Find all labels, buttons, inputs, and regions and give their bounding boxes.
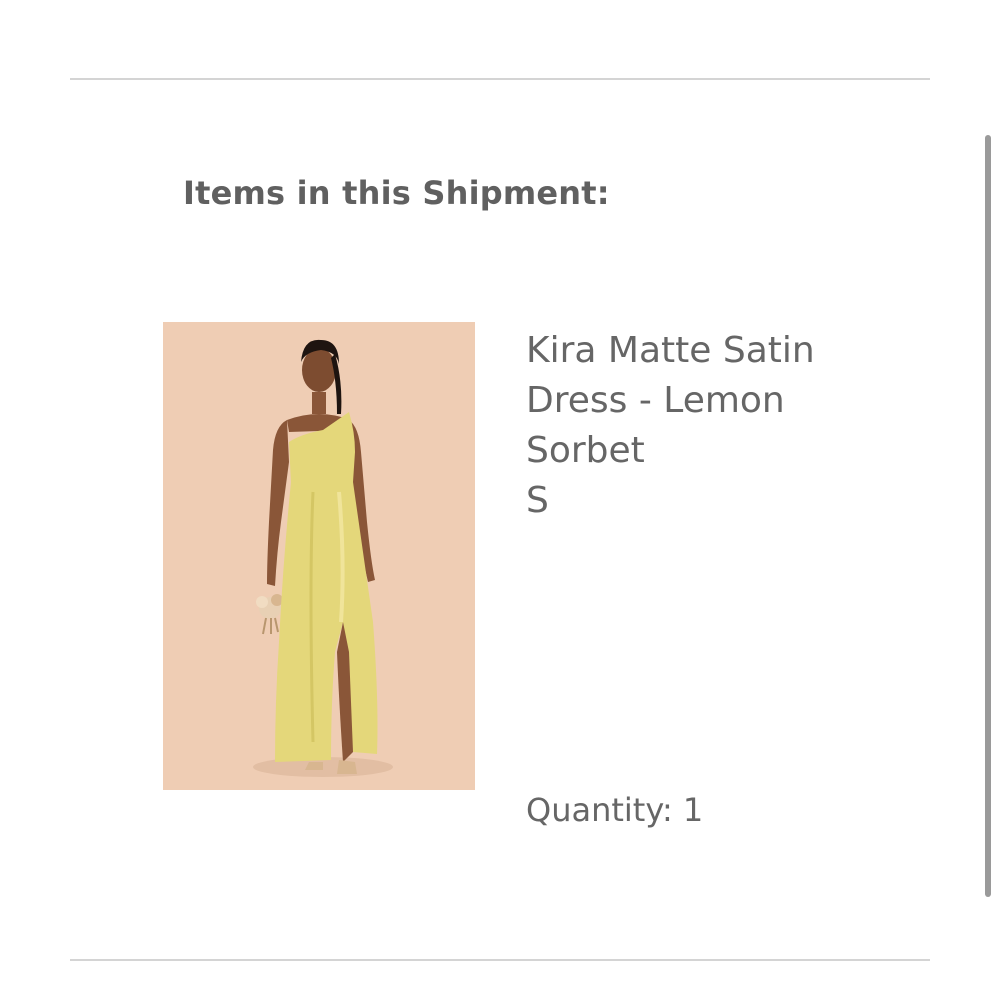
product-name[interactable]: Kira Matte Satin Dress - Lemon Sorbet <box>526 326 846 476</box>
product-quantity: Quantity: 1 <box>526 791 704 829</box>
product-image[interactable] <box>163 322 475 790</box>
product-details: Kira Matte Satin Dress - Lemon Sorbet S <box>526 326 846 526</box>
dress-photo <box>163 322 475 790</box>
top-divider <box>70 78 930 80</box>
bottom-divider <box>70 959 930 961</box>
product-size: S <box>526 480 549 521</box>
scrollbar-thumb[interactable] <box>985 135 991 897</box>
shipment-heading: Items in this Shipment: <box>183 174 610 212</box>
